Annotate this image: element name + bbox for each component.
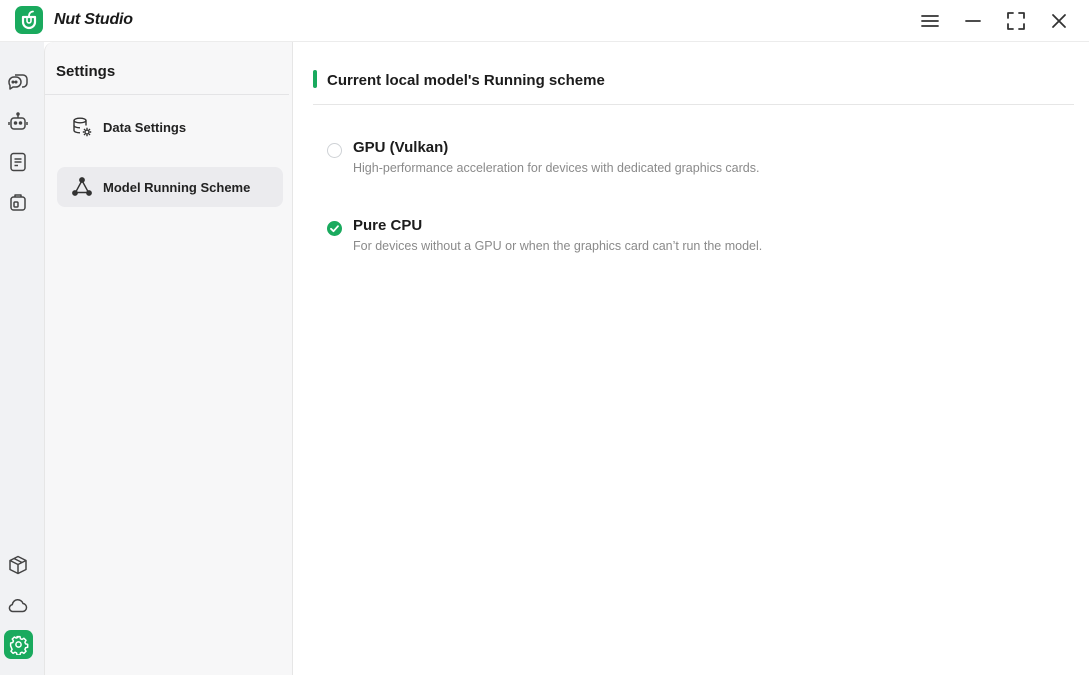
radio-button-unchecked[interactable] bbox=[327, 143, 342, 158]
box-icon[interactable] bbox=[6, 553, 30, 577]
divider bbox=[313, 104, 1074, 105]
maximize-icon[interactable] bbox=[1002, 7, 1030, 35]
menu-icon[interactable] bbox=[916, 7, 944, 35]
check-circle-icon[interactable] bbox=[327, 221, 342, 236]
network-icon bbox=[71, 176, 93, 198]
nav-item-data-settings[interactable]: Data Settings bbox=[57, 107, 283, 147]
nav-item-label: Model Running Scheme bbox=[103, 180, 251, 195]
option-title: Pure CPU bbox=[353, 217, 423, 234]
briefcase-icon[interactable] bbox=[6, 190, 30, 214]
section-accent-bar bbox=[313, 70, 317, 88]
settings-panel: Settings Data Settings Model Running Sch bbox=[44, 42, 293, 675]
robot-icon[interactable] bbox=[6, 110, 30, 134]
option-title: GPU (Vulkan) bbox=[353, 139, 449, 156]
nav-item-label: Data Settings bbox=[103, 120, 187, 135]
app-logo-icon bbox=[15, 6, 43, 34]
close-icon[interactable] bbox=[1045, 7, 1073, 35]
cloud-icon[interactable] bbox=[6, 593, 30, 617]
icon-rail bbox=[0, 42, 44, 675]
divider bbox=[45, 94, 289, 95]
option-gpu-vulkan[interactable]: GPU (Vulkan) High-performance accelerati… bbox=[327, 139, 1027, 183]
main-content: Current local model's Running scheme GPU… bbox=[293, 42, 1089, 675]
document-icon[interactable] bbox=[6, 150, 30, 174]
app-title: Nut Studio bbox=[54, 11, 133, 28]
title-bar: Nut Studio bbox=[0, 0, 1089, 42]
option-description: For devices without a GPU or when the gr… bbox=[353, 239, 763, 253]
option-pure-cpu[interactable]: Pure CPU For devices without a GPU or wh… bbox=[327, 217, 1027, 261]
section-title: Current local model's Running scheme bbox=[327, 72, 605, 89]
settings-icon[interactable] bbox=[4, 630, 33, 659]
option-description: High-performance acceleration for device… bbox=[353, 161, 760, 175]
settings-title: Settings bbox=[56, 63, 116, 80]
chat-icon[interactable] bbox=[6, 70, 30, 94]
minimize-icon[interactable] bbox=[959, 7, 987, 35]
database-gear-icon bbox=[71, 116, 93, 138]
nav-item-model-running-scheme[interactable]: Model Running Scheme bbox=[57, 167, 283, 207]
